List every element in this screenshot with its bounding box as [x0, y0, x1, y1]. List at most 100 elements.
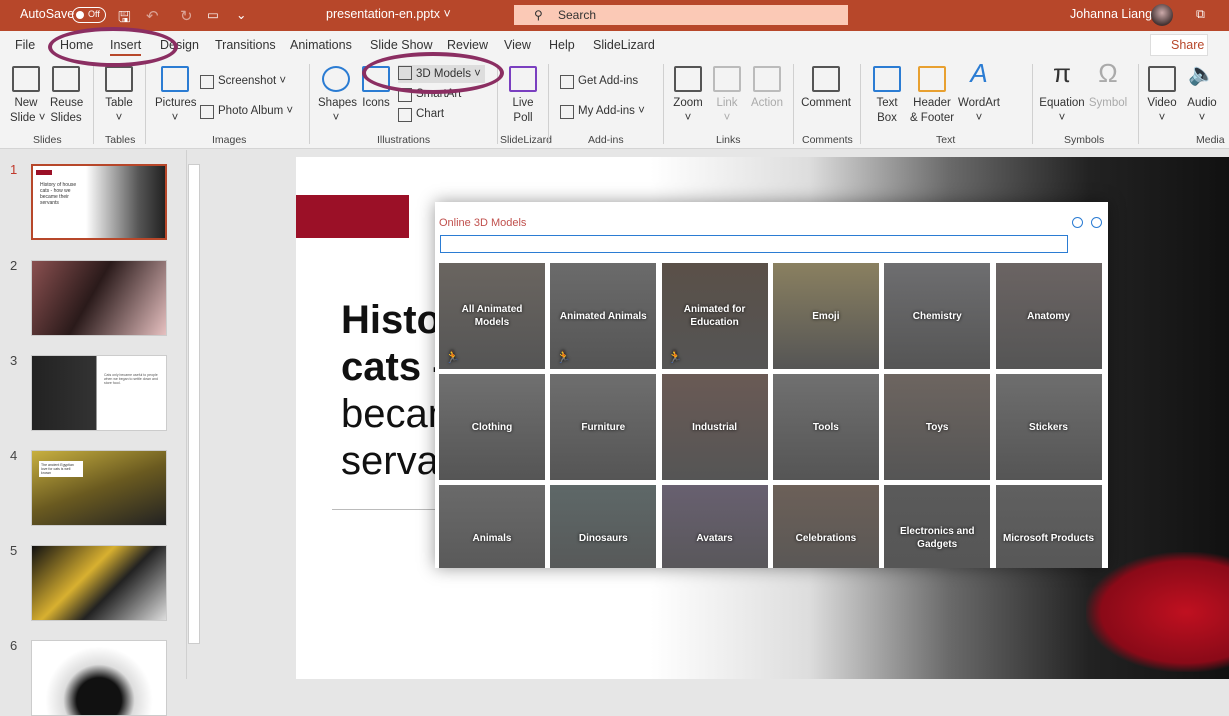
category-label: Microsoft Products [1002, 532, 1095, 544]
tab-help[interactable]: Help [549, 38, 575, 52]
group-label: Comments [802, 134, 853, 146]
comment-button[interactable]: Comment [800, 66, 852, 111]
tab-transitions[interactable]: Transitions [215, 38, 276, 52]
slide-thumb-4[interactable]: The ancient Egyptian love for cats is we… [31, 450, 167, 526]
smile-feedback-icon[interactable] [1072, 217, 1083, 228]
model-search-input[interactable] [440, 235, 1068, 253]
scrollbar-thumb[interactable] [188, 164, 200, 644]
category-tile[interactable]: Stickers [995, 374, 1102, 480]
search-field[interactable] [441, 236, 1067, 252]
tab-review[interactable]: Review [447, 38, 488, 52]
category-tile[interactable]: Emoji [772, 263, 879, 369]
category-tile[interactable]: Celebrations [772, 485, 879, 568]
link-button[interactable]: Link ˅ [712, 66, 742, 126]
category-tile[interactable]: Industrial [661, 374, 768, 480]
category-tile[interactable]: Tools [772, 374, 879, 480]
thumb-text: The ancient Egyptian love for cats is we… [39, 461, 83, 477]
label: Symbol [1088, 97, 1128, 109]
category-tile[interactable]: Animated Animals 🏃 [550, 263, 657, 369]
category-tile[interactable]: Anatomy [995, 263, 1102, 369]
new-slide-button[interactable]: New Slide ˅ [10, 66, 45, 126]
category-tile[interactable]: Furniture [550, 374, 657, 480]
table-button[interactable]: Table ˅ [104, 66, 134, 126]
slide-thumb-3[interactable]: Cats only became useful to people when w… [31, 355, 167, 431]
autosave-label: AutoSave [20, 7, 75, 21]
category-tile[interactable]: All Animated Models 🏃 [439, 263, 545, 369]
slide-thumb-5[interactable] [31, 545, 167, 621]
symbol-button[interactable]: Ω Symbol [1088, 60, 1128, 111]
get-addins-button[interactable]: Get Add-ins [560, 74, 638, 89]
category-label: Dinosaurs [578, 532, 628, 544]
slide-thumb-6[interactable] [31, 640, 167, 716]
zoom-button[interactable]: Zoom ˅ [672, 66, 704, 126]
equation-button[interactable]: π Equation ˅ [1038, 58, 1086, 126]
category-label: Tools [812, 421, 839, 433]
label: Header & Footer [909, 97, 955, 124]
search-icon: ⚲ [534, 8, 543, 22]
present-icon[interactable]: ▭ [207, 7, 219, 22]
undo-icon[interactable]: ↶ [146, 7, 159, 25]
audio-button[interactable]: 🔈 Audio ˅ [1186, 63, 1218, 126]
highlight-ellipse-3d-models [362, 52, 504, 94]
shapes-button[interactable]: Shapes ˅ [318, 66, 358, 126]
tab-slidelizard[interactable]: SlideLizard [593, 38, 655, 52]
group-label: Media [1196, 134, 1225, 146]
category-label: All Animated Models [461, 304, 523, 328]
category-tile[interactable]: Animals [439, 485, 545, 568]
divider [1032, 64, 1033, 144]
category-tile[interactable]: Clothing [439, 374, 545, 480]
tab-file[interactable]: File [15, 38, 35, 52]
star-icon [753, 66, 781, 92]
label: Audio ˅ [1187, 97, 1217, 124]
shapes-icon [322, 66, 350, 92]
tab-view[interactable]: View [504, 38, 531, 52]
share-button[interactable]: Share [1150, 34, 1208, 56]
label: Table ˅ [105, 97, 133, 124]
tab-animations[interactable]: Animations [290, 38, 352, 52]
category-tile[interactable]: Microsoft Products [995, 485, 1102, 568]
divider [145, 64, 146, 144]
divider [793, 64, 794, 144]
tab-slide-show[interactable]: Slide Show [370, 38, 433, 52]
avatar[interactable] [1151, 4, 1173, 26]
text-box-button[interactable]: Text Box [872, 66, 902, 126]
autosave-toggle[interactable]: Off [72, 7, 106, 23]
slide-thumb-1[interactable]: History of house cats - how we became th… [31, 164, 167, 240]
slide-number: 3 [10, 353, 18, 368]
thumbnail-scrollbar[interactable] [186, 150, 200, 679]
category-tile[interactable]: Chemistry [884, 263, 991, 369]
action-button[interactable]: Action [750, 66, 784, 111]
header-footer-button[interactable]: Header & Footer [908, 66, 956, 126]
reuse-slides-button[interactable]: Reuse Slides [50, 66, 83, 126]
wordart-icon: A [970, 58, 988, 88]
photo-album-button[interactable]: Photo Album ˅ [200, 104, 293, 119]
wordart-button[interactable]: A WordArt ˅ [957, 58, 1001, 126]
my-addins-button[interactable]: My Add-ins ˅ [560, 104, 645, 119]
pictures-button[interactable]: Pictures ˅ [155, 66, 197, 126]
frown-feedback-icon[interactable] [1091, 217, 1102, 228]
live-poll-icon [509, 66, 537, 92]
category-tile[interactable]: Animated for Education 🏃 [661, 263, 768, 369]
label: Link ˅ [716, 97, 738, 124]
animated-icon: 🏃 [667, 350, 683, 364]
category-label: Electronics and Gadgets [899, 526, 975, 550]
category-tile[interactable]: Avatars [661, 485, 768, 568]
customize-icon[interactable]: ⌄ [236, 7, 246, 22]
file-name[interactable]: presentation-en.pptx ˅ [326, 7, 451, 21]
slide-thumb-2[interactable] [31, 260, 167, 336]
screenshot-button[interactable]: Screenshot ˅ [200, 74, 286, 89]
live-poll-button[interactable]: Live Poll [508, 66, 538, 126]
ribbon-display-icon[interactable]: ⧉ [1196, 7, 1205, 22]
category-tile[interactable]: Toys [884, 374, 991, 480]
label: Shapes ˅ [318, 97, 358, 124]
pi-icon: π [1053, 58, 1071, 88]
video-button[interactable]: Video ˅ [1146, 66, 1178, 126]
user-name[interactable]: Johanna Liang [1070, 7, 1152, 21]
text-box-icon [873, 66, 901, 92]
category-tile[interactable]: Dinosaurs [550, 485, 657, 568]
redo-icon[interactable]: ↻ [180, 7, 193, 25]
group-label: Links [716, 134, 741, 146]
category-tile[interactable]: Electronics and Gadgets [884, 485, 991, 568]
chart-button[interactable]: Chart [398, 107, 444, 122]
search-box[interactable]: ⚲ Search [514, 5, 848, 25]
